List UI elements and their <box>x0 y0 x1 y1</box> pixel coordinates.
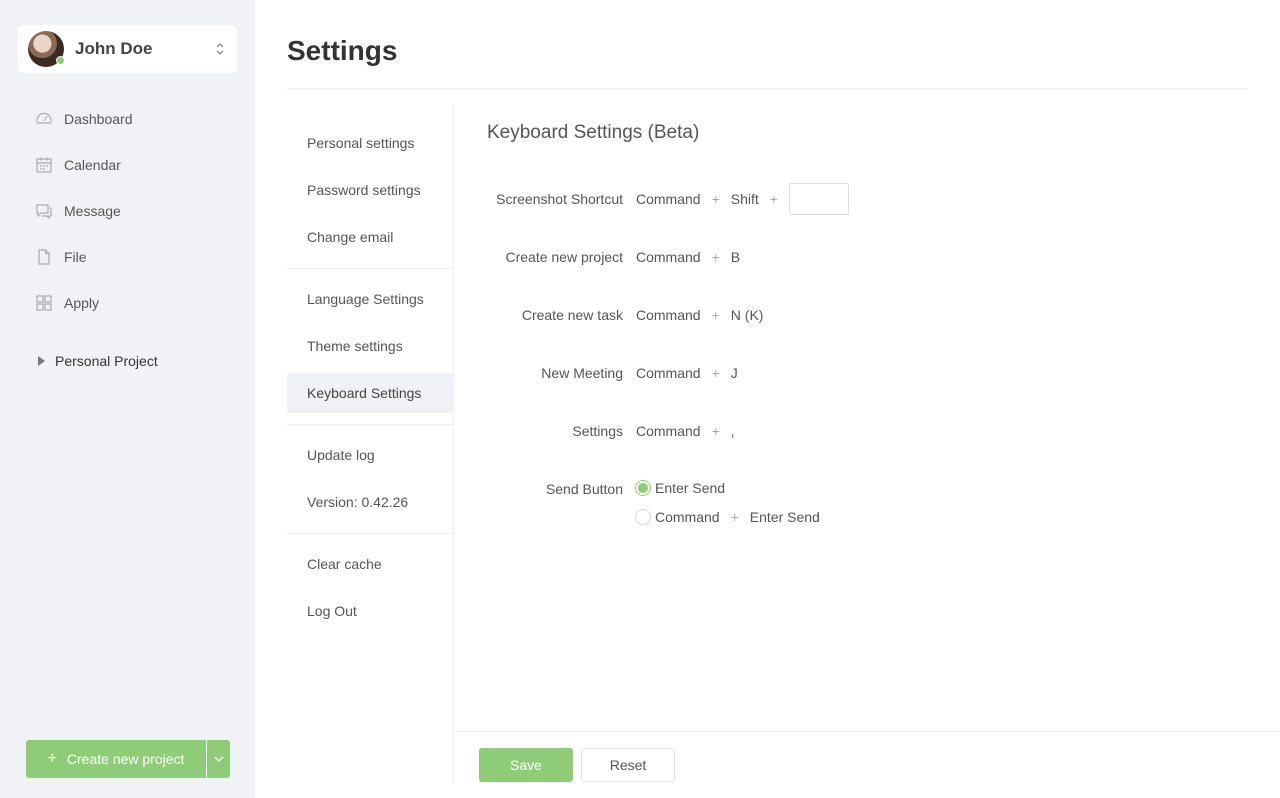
caret-right-icon <box>38 356 45 366</box>
modifier-key: Command <box>636 423 701 439</box>
sidebar: John Doe Dashboard Calendar Message File… <box>0 0 255 798</box>
menu-clear-cache[interactable]: Clear cache <box>287 544 454 584</box>
nav-item-calendar[interactable]: Calendar <box>0 142 255 188</box>
send-button-row: Send Button <box>455 474 1155 504</box>
modifier-key: Command <box>655 509 720 525</box>
modifier-key: Command <box>636 365 701 381</box>
personal-project-tree-item[interactable]: Personal Project <box>0 342 255 380</box>
nav-item-label: Message <box>64 203 121 219</box>
online-status-dot <box>56 56 65 65</box>
shortcut-key: J <box>730 365 738 381</box>
send-option-enter[interactable]: Enter Send <box>635 480 725 496</box>
message-icon <box>35 202 53 220</box>
menu-personal-settings[interactable]: Personal settings <box>287 123 454 163</box>
calendar-icon <box>35 156 53 174</box>
screenshot-key-input[interactable] <box>788 183 849 215</box>
shortcut-row-new-meeting: New Meeting Command + J <box>455 358 1155 388</box>
dashboard-icon <box>35 110 53 128</box>
divider <box>455 731 1280 732</box>
shortcut-row-screenshot: Screenshot Shortcut Command + Shift + <box>455 183 1155 215</box>
menu-theme-settings[interactable]: Theme settings <box>287 326 454 366</box>
nav-item-dashboard[interactable]: Dashboard <box>0 96 255 142</box>
plus-icon: + <box>47 750 57 767</box>
shortcut-label: Create new project <box>505 249 623 265</box>
shortcut-label: New Meeting <box>541 365 623 381</box>
reset-button[interactable]: Reset <box>581 748 675 782</box>
divider <box>287 533 454 534</box>
plus-icon: + <box>769 191 778 207</box>
modifier-key: Command <box>636 191 701 207</box>
shortcut-row-new-project: Create new project Command + B <box>455 242 1155 272</box>
plus-icon: + <box>711 365 720 381</box>
divider <box>287 268 454 269</box>
menu-change-email[interactable]: Change email <box>287 217 454 257</box>
nav-item-label: Calendar <box>64 157 121 173</box>
chevron-down-icon <box>214 756 223 762</box>
menu-password-settings[interactable]: Password settings <box>287 170 454 210</box>
chevron-up-down-icon <box>216 43 224 55</box>
user-name: John Doe <box>75 39 153 58</box>
shortcut-row-settings: Settings Command + , <box>455 416 1155 446</box>
main-nav: Dashboard Calendar Message File Apply <box>0 96 255 326</box>
radio-unchecked[interactable] <box>635 509 651 525</box>
shortcut-label: Screenshot Shortcut <box>496 191 623 207</box>
create-project-dropdown-button[interactable] <box>207 740 230 778</box>
nav-item-message[interactable]: Message <box>0 188 255 234</box>
nav-item-file[interactable]: File <box>0 234 255 280</box>
shortcut-key: , <box>730 423 735 439</box>
avatar <box>28 31 65 67</box>
create-new-project-label: Create new project <box>66 751 185 767</box>
radio-label: Enter Send <box>749 509 820 525</box>
version-label: Version: 0.42.26 <box>307 494 409 510</box>
nav-item-label: Apply <box>64 295 100 311</box>
plus-icon: + <box>711 423 720 439</box>
shortcut-label: Settings <box>572 423 623 439</box>
plus-icon: + <box>711 307 720 323</box>
page-title: Settings <box>287 35 398 66</box>
create-new-project-button[interactable]: + Create new project <box>26 740 206 778</box>
apply-icon <box>35 294 53 312</box>
shortcut-label: Create new task <box>521 307 623 323</box>
shortcut-key: N (K) <box>730 307 764 323</box>
modifier-key: Command <box>636 307 701 323</box>
shortcut-label: Send Button <box>545 481 623 497</box>
divider <box>287 424 454 425</box>
radio-label: Enter Send <box>655 480 726 496</box>
project-label: Personal Project <box>55 353 158 369</box>
plus-icon: + <box>711 249 720 265</box>
nav-item-label: Dashboard <box>64 111 133 127</box>
nav-item-apply[interactable]: Apply <box>0 280 255 326</box>
send-option-command-enter[interactable]: Command + Enter Send <box>635 509 820 525</box>
shortcut-row-new-task: Create new task Command + N (K) <box>455 300 1155 330</box>
divider <box>287 88 1248 89</box>
modifier-key: Command <box>636 249 701 265</box>
menu-update-log[interactable]: Update log <box>287 435 454 475</box>
nav-item-label: File <box>64 249 87 265</box>
modifier-key: Shift <box>730 191 759 207</box>
menu-language-settings[interactable]: Language Settings <box>287 279 454 319</box>
save-button[interactable]: Save <box>479 748 573 782</box>
shortcut-key: B <box>730 249 741 265</box>
menu-keyboard-settings[interactable]: Keyboard Settings <box>287 373 454 413</box>
menu-log-out[interactable]: Log Out <box>287 591 454 631</box>
section-title: Keyboard Settings (Beta) <box>487 122 700 143</box>
user-switcher[interactable]: John Doe <box>18 25 237 73</box>
plus-icon: + <box>730 509 739 525</box>
radio-checked[interactable] <box>635 480 651 496</box>
plus-icon: + <box>711 191 720 207</box>
file-icon <box>35 248 53 266</box>
settings-menu: Personal settings Password settings Chan… <box>287 104 454 784</box>
